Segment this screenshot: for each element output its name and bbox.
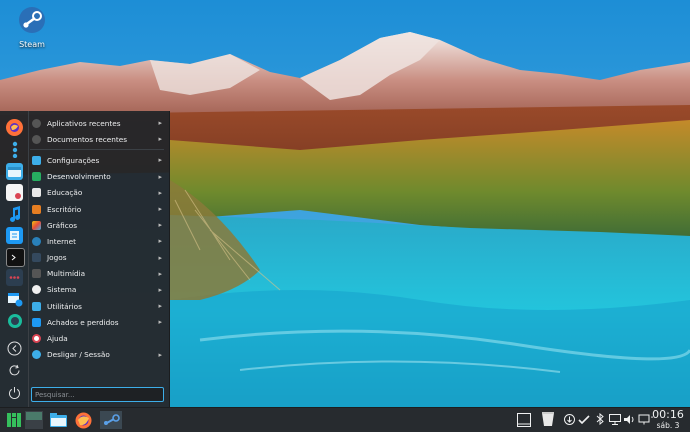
virtual-desktop-icon[interactable] bbox=[25, 411, 43, 429]
menu-item-category[interactable]: Configurações ▸ bbox=[28, 152, 168, 168]
settings-icon[interactable] bbox=[6, 141, 23, 158]
menu-item-category[interactable]: Utilitários ▸ bbox=[28, 298, 168, 314]
music-player-icon[interactable] bbox=[6, 205, 23, 222]
clock[interactable]: 00:16 sáb. 3 bbox=[650, 408, 686, 431]
taskbar: ˄ 00:16 sáb. 3 bbox=[0, 407, 690, 432]
display-icon[interactable] bbox=[609, 413, 621, 425]
menu-item-label: Multimídia bbox=[47, 269, 86, 279]
chevron-right-icon: ▸ bbox=[158, 205, 162, 214]
desktop-icon-steam[interactable]: Steam bbox=[10, 6, 54, 54]
bluetooth-icon[interactable] bbox=[594, 413, 606, 425]
settings-category-icon bbox=[32, 155, 41, 165]
application-launcher: Aplicativos recentes ▸ Documentos recent… bbox=[0, 111, 170, 407]
menu-separator bbox=[30, 149, 164, 151]
package-icon[interactable] bbox=[6, 290, 23, 307]
help-icon bbox=[32, 334, 41, 344]
menu-item-label: Jogos bbox=[47, 253, 67, 263]
restart-icon[interactable] bbox=[6, 362, 23, 379]
chevron-right-icon: ▸ bbox=[158, 156, 162, 165]
menu-item-label: Utilitários bbox=[47, 301, 82, 311]
chevron-right-icon: ▸ bbox=[158, 237, 162, 246]
menu-item-category[interactable]: Achados e perdidos ▸ bbox=[28, 314, 168, 330]
menu-item-label: Desligar / Sessão bbox=[47, 350, 110, 360]
menu-item-recent-docs[interactable]: Documentos recentes ▸ bbox=[28, 131, 168, 147]
chevron-right-icon: ▸ bbox=[158, 318, 162, 327]
menu-item-category[interactable]: Escritório ▸ bbox=[28, 201, 168, 217]
menu-item-label: Escritório bbox=[47, 204, 82, 214]
chevron-right-icon: ▸ bbox=[158, 302, 162, 311]
clock-time: 00:16 bbox=[652, 408, 684, 421]
clock-date: sáb. 3 bbox=[656, 421, 680, 430]
steam-tray-icon[interactable] bbox=[578, 413, 590, 425]
file-manager-icon[interactable] bbox=[6, 163, 23, 180]
graphics-icon bbox=[32, 220, 41, 230]
development-icon bbox=[32, 172, 41, 182]
menu-item-label: Aplicativos recentes bbox=[47, 118, 121, 128]
menu-item-label: Internet bbox=[47, 236, 76, 246]
menu-item-label: Gráficos bbox=[47, 220, 77, 230]
menu-item-label: Configurações bbox=[47, 155, 100, 165]
chevron-right-icon: ▸ bbox=[158, 135, 162, 144]
menu-item-label: Desenvolvimento bbox=[47, 172, 111, 182]
volume-icon[interactable] bbox=[624, 413, 636, 425]
menu-item-help[interactable]: Ajuda bbox=[28, 330, 168, 346]
chevron-right-icon: ▸ bbox=[158, 269, 162, 278]
menu-item-label: Sistema bbox=[47, 285, 77, 295]
launcher-menu-list: Aplicativos recentes ▸ Documentos recent… bbox=[28, 115, 168, 363]
menu-item-label: Educação bbox=[47, 188, 83, 198]
system-icon bbox=[32, 285, 41, 295]
internet-icon bbox=[32, 236, 41, 246]
menu-item-category[interactable]: Jogos ▸ bbox=[28, 250, 168, 266]
trash-icon[interactable] bbox=[541, 411, 555, 427]
menu-item-category[interactable]: Gráficos ▸ bbox=[28, 217, 168, 233]
menu-item-label: Ajuda bbox=[47, 334, 68, 344]
text-editor-icon[interactable] bbox=[6, 227, 23, 244]
app-menu-icon[interactable] bbox=[5, 411, 23, 429]
education-icon bbox=[32, 188, 41, 198]
office-icon bbox=[32, 204, 41, 214]
search-input[interactable]: Pesquisar... bbox=[31, 387, 164, 402]
utilities-icon bbox=[32, 301, 41, 311]
multimedia-icon bbox=[32, 269, 41, 279]
leave-icon bbox=[32, 350, 41, 360]
back-icon[interactable] bbox=[6, 340, 23, 357]
desktop-icon-label: Steam bbox=[19, 40, 45, 49]
document-viewer-icon[interactable] bbox=[6, 184, 23, 201]
menu-item-category[interactable]: Internet ▸ bbox=[28, 233, 168, 249]
terminal-icon[interactable] bbox=[6, 248, 25, 267]
menu-item-category[interactable]: Sistema ▸ bbox=[28, 282, 168, 298]
menu-item-category[interactable]: Educação ▸ bbox=[28, 185, 168, 201]
chevron-right-icon: ▸ bbox=[158, 221, 162, 230]
chevron-right-icon: ▸ bbox=[158, 350, 162, 359]
menu-item-leave[interactable]: Desligar / Sessão ▸ bbox=[28, 347, 168, 363]
recent-docs-icon bbox=[32, 134, 41, 144]
updates-icon[interactable] bbox=[563, 413, 575, 425]
recent-apps-icon bbox=[32, 118, 41, 128]
chevron-right-icon: ▸ bbox=[158, 188, 162, 197]
menu-item-label: Achados e perdidos bbox=[47, 317, 119, 327]
menu-item-recent-apps[interactable]: Aplicativos recentes ▸ bbox=[28, 115, 168, 131]
firefox-icon[interactable] bbox=[74, 411, 92, 429]
favorites-column bbox=[0, 111, 29, 407]
lost-found-icon bbox=[32, 317, 41, 327]
games-icon bbox=[32, 253, 41, 263]
steam-icon bbox=[18, 6, 46, 38]
chevron-right-icon: ▸ bbox=[158, 285, 162, 294]
chevron-right-icon: ▸ bbox=[158, 119, 162, 128]
firefox-icon[interactable] bbox=[6, 119, 23, 136]
discover-icon[interactable] bbox=[6, 269, 23, 286]
file-manager-icon[interactable] bbox=[49, 411, 67, 429]
show-desktop-icon[interactable] bbox=[517, 413, 531, 427]
chevron-right-icon: ▸ bbox=[158, 253, 162, 262]
menu-item-category[interactable]: Desenvolvimento ▸ bbox=[28, 169, 168, 185]
menu-item-category[interactable]: Multimídia ▸ bbox=[28, 266, 168, 282]
shutdown-icon[interactable] bbox=[6, 384, 23, 401]
steam-icon[interactable] bbox=[100, 411, 122, 429]
chevron-right-icon: ▸ bbox=[158, 172, 162, 181]
menu-item-label: Documentos recentes bbox=[47, 134, 127, 144]
circle-app-icon[interactable] bbox=[6, 312, 23, 329]
